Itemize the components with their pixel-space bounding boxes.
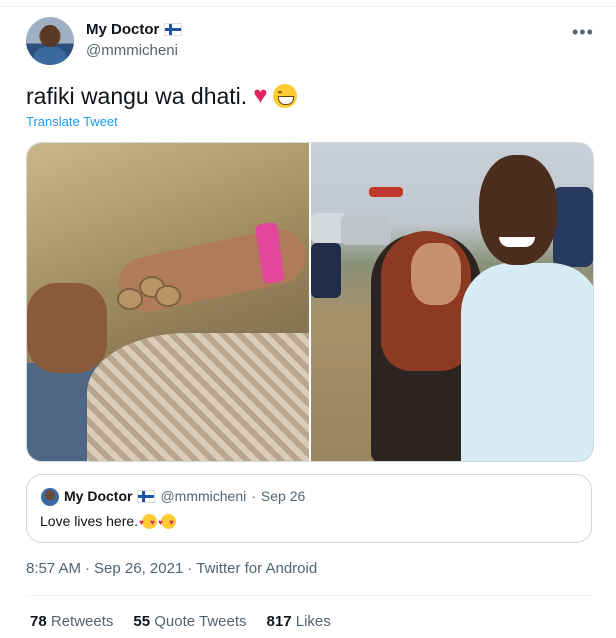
photo-car	[553, 187, 593, 267]
photo-hand-with-coins[interactable]	[27, 143, 309, 461]
tweet-meta: 8:57 AM · Sep 26, 2021 · Twitter for And…	[26, 560, 317, 577]
tweet-stats: 78 Retweets 55 Quote Tweets 817 Likes	[30, 613, 331, 630]
avatar-shirt	[34, 47, 66, 65]
quote-tweets-stat[interactable]: 55 Quote Tweets	[133, 613, 246, 630]
photo-couple-selfie[interactable]	[311, 143, 593, 461]
photo-car	[341, 215, 391, 245]
quote-tweets-label: Quote Tweets	[154, 613, 247, 630]
top-divider	[0, 0, 616, 7]
translate-tweet-link[interactable]: Translate Tweet	[26, 114, 118, 129]
stats-divider	[26, 595, 592, 596]
photo-man-smile	[499, 237, 535, 247]
quoted-author-handle: @mmmicheni	[160, 488, 247, 504]
quote-tweets-count: 55	[133, 613, 151, 630]
retweets-stat[interactable]: 78 Retweets	[30, 613, 113, 630]
photo-bag	[87, 333, 309, 461]
photo-man-head	[479, 155, 557, 265]
tweet-body: rafiki wangu wa dhati.	[26, 82, 248, 109]
retweets-label: Retweets	[50, 613, 114, 630]
retweets-count: 78	[30, 613, 47, 630]
quoted-tweet[interactable]: My Doctor @mmmicheni · Sep 26 Love lives…	[26, 474, 592, 543]
avatar-face	[41, 25, 59, 47]
grinning-face-emoji	[273, 84, 298, 108]
tweet-text: rafiki wangu wa dhati. ♥	[26, 82, 298, 110]
more-options-icon[interactable]: •••	[572, 22, 594, 43]
photo-tent	[369, 187, 403, 197]
photo-man	[461, 263, 593, 461]
photo-woman-face	[411, 243, 461, 305]
finland-flag-icon	[164, 23, 183, 36]
author-name-row[interactable]: My Doctor	[86, 21, 183, 38]
smiling-face-with-hearts-emoji	[158, 513, 177, 529]
author-avatar[interactable]	[26, 17, 74, 65]
likes-label: Likes	[295, 613, 331, 630]
photo-car	[311, 243, 341, 298]
tweet-date[interactable]: Sep 26, 2021	[94, 560, 183, 577]
quoted-author-avatar	[41, 488, 59, 506]
author-handle[interactable]: @mmmicheni	[86, 42, 178, 59]
likes-stat[interactable]: 817 Likes	[267, 613, 331, 630]
finland-flag-icon	[137, 489, 156, 503]
likes-count: 817	[266, 613, 292, 630]
tweet-time[interactable]: 8:57 AM	[26, 560, 81, 577]
photo-coin	[155, 285, 181, 307]
meta-separator: ·	[85, 560, 91, 577]
author-name[interactable]: My Doctor	[86, 21, 159, 38]
quoted-date: Sep 26	[260, 488, 306, 504]
tweet-media	[26, 142, 594, 462]
smiling-face-with-hearts-emoji	[139, 513, 158, 529]
quoted-header: My Doctor @mmmicheni · Sep 26	[64, 488, 305, 504]
quoted-body: Love lives here.	[40, 513, 139, 529]
meta-separator: ·	[187, 560, 193, 577]
quoted-text: Love lives here.	[40, 513, 177, 529]
photo-second-hand	[27, 283, 107, 373]
quoted-author-name: My Doctor	[64, 488, 133, 504]
quoted-separator: ·	[251, 488, 256, 504]
red-heart-emoji: ♥	[253, 82, 268, 109]
tweet-source[interactable]: Twitter for Android	[196, 560, 317, 577]
